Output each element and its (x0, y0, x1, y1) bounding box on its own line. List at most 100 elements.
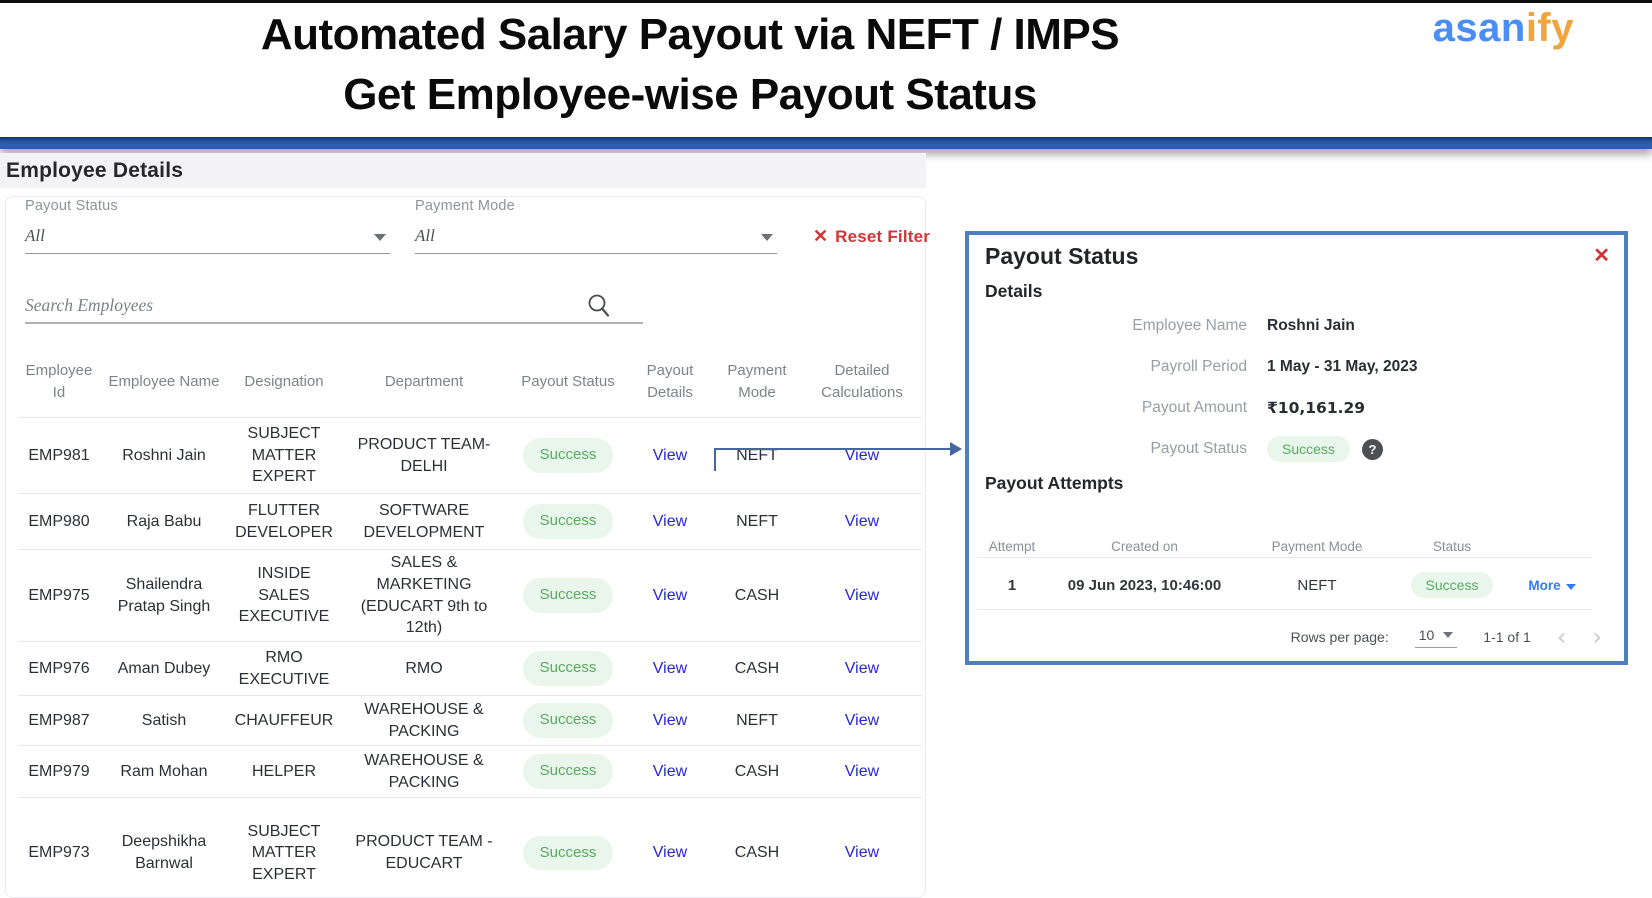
cell-department: SOFTWARE DEVELOPMENT (363, 501, 485, 541)
cell-designation: SUBJECT MATTER EXPERT (247, 822, 321, 883)
cell-detailed-calculations: View (802, 656, 922, 682)
calculations-view-link[interactable]: View (845, 513, 879, 530)
rows-per-page-label: Rows per page: (1290, 629, 1389, 645)
cell-payout-status: Success (508, 834, 628, 872)
col-header-created-on: Created on (1111, 538, 1178, 554)
search-icon (588, 294, 610, 317)
chevron-down-icon (1565, 583, 1576, 590)
cell-designation: FLUTTER DEVELOPER (235, 501, 333, 541)
section-header: Employee Details (0, 153, 926, 188)
cell-payment-mode: NEFT (736, 711, 778, 729)
previous-page-icon[interactable]: ‹ (1557, 625, 1567, 649)
detail-row-employee-name: Employee Name Roshni Jain (969, 305, 1624, 346)
reset-filter-button[interactable]: ✕ Reset Filter (813, 226, 930, 247)
cell-employee-id: EMP975 (28, 586, 90, 604)
cell-employee-id: EMP976 (28, 659, 90, 677)
payout-details-view-link[interactable]: View (653, 763, 687, 780)
rows-per-page-select[interactable]: 10 (1414, 626, 1458, 648)
col-header-payout-status: Payout Status (521, 372, 615, 390)
help-icon[interactable]: ? (1361, 438, 1383, 460)
status-badge: Success (1267, 435, 1350, 462)
cell-employee-name: Roshni Jain (122, 446, 206, 464)
detail-value-status: Success? (1267, 435, 1383, 462)
status-badge: Success (522, 703, 614, 738)
cell-payment-mode: NEFT (736, 446, 778, 464)
cell-payment-mode: CASH (734, 586, 780, 604)
calculations-view-link[interactable]: View (845, 587, 879, 604)
asanify-logo: asanify (1433, 6, 1574, 51)
divider (977, 557, 1592, 558)
cell-department: SALES & MARKETING (EDUCART 9th to 12th) (360, 554, 488, 637)
cell-payout-status: Success (508, 502, 628, 540)
cell-payment-mode: NEFT (736, 512, 778, 530)
calculations-view-link[interactable]: View (845, 844, 879, 861)
cell-employee-name: Ram Mohan (120, 762, 208, 780)
chevron-down-icon (1443, 631, 1454, 638)
calculations-view-link[interactable]: View (845, 660, 879, 677)
annotation-arrow-vertical (714, 448, 716, 471)
detail-row-payroll-period: Payroll Period 1 May - 31 May, 2023 (969, 346, 1624, 387)
divider (977, 609, 1592, 610)
cell-employee-id: EMP987 (28, 711, 90, 729)
section-title: Employee Details (6, 158, 184, 182)
cell-payout-details: View (628, 656, 712, 682)
cell-department: WAREHOUSE & PACKING (364, 700, 484, 740)
cell-department: PRODUCT TEAM - EDUCART (355, 833, 493, 872)
attempt-row: 1 09 Jun 2023, 10:46:00 NEFT Success Mor… (977, 565, 1592, 605)
table-row: EMP981 Roshni Jain SUBJECT MATTER EXPERT… (18, 418, 922, 494)
table-row: EMP973 Deepshikha Barnwal SUBJECT MATTER… (18, 798, 922, 898)
detail-row-payout-amount: Payout Amount ₹10,161.29 (969, 387, 1624, 428)
col-header-status: Status (1432, 538, 1472, 554)
calculations-view-link[interactable]: View (845, 763, 879, 780)
cell-payout-status: Success (508, 701, 628, 739)
cell-employee-name: Shailendra Pratap Singh (117, 575, 211, 615)
payout-details-view-link[interactable]: View (653, 587, 687, 604)
payout-details-view-link[interactable]: View (653, 844, 687, 861)
calculations-view-link[interactable]: View (845, 712, 879, 729)
cell-employee-id: EMP980 (28, 512, 90, 530)
payout-status-modal: Payout Status ✕ Details Employee Name Ro… (965, 231, 1628, 665)
cell-designation: INSIDE SALES EXECUTIVE (238, 565, 330, 626)
cell-designation: RMO EXECUTIVE (238, 648, 330, 688)
table-row: EMP980 Raja Babu FLUTTER DEVELOPER SOFTW… (18, 494, 922, 550)
page-title: Automated Salary Payout via NEFT / IMPS … (0, 5, 1380, 125)
cell-payout-status: Success (508, 649, 628, 687)
cell-employee-id: EMP981 (28, 446, 90, 464)
next-page-icon[interactable]: › (1592, 625, 1602, 649)
payment-mode-filter-label: Payment Mode (415, 198, 515, 214)
payout-details-view-link[interactable]: View (653, 447, 687, 464)
rows-per-page-value: 10 (1418, 626, 1435, 643)
cell-detailed-calculations: View (802, 583, 922, 609)
annotation-arrow-head-icon (950, 442, 962, 456)
payout-status-filter-select[interactable]: All (25, 224, 390, 254)
status-badge: Success (1410, 572, 1494, 598)
payout-details-view-link[interactable]: View (653, 712, 687, 729)
close-icon[interactable]: ✕ (1593, 243, 1610, 268)
payout-details-view-link[interactable]: View (653, 513, 687, 530)
payment-mode-filter-select[interactable]: All (415, 224, 777, 254)
col-header-payout-details: Payout Details (646, 361, 694, 401)
table-row: EMP987 Satish CHAUFFEUR WAREHOUSE & PACK… (18, 696, 922, 746)
cell-employee-name: Aman Dubey (117, 659, 211, 677)
attempt-more: More (1512, 577, 1592, 594)
status-badge: Success (522, 504, 614, 539)
employee-table: Employee Id Employee Name Designation De… (18, 346, 922, 898)
cell-department: RMO (405, 659, 443, 677)
col-header-employee-name: Employee Name (108, 372, 220, 390)
cell-employee-name: Satish (141, 711, 187, 729)
cell-payout-details: View (628, 583, 712, 609)
cell-department: PRODUCT TEAM- DELHI (357, 435, 491, 475)
cell-employee-id: EMP973 (28, 844, 90, 862)
cell-detailed-calculations: View (802, 443, 922, 469)
search-input[interactable]: Search Employees (25, 290, 643, 324)
pagination-range: 1-1 of 1 (1483, 629, 1531, 645)
table-row: EMP975 Shailendra Pratap Singh INSIDE SA… (18, 550, 922, 642)
payout-details-view-link[interactable]: View (653, 660, 687, 677)
attempt-payment-mode: NEFT (1297, 576, 1337, 594)
cell-payout-status: Success (508, 576, 628, 614)
detail-row-payout-status: Payout Status Success? (969, 428, 1624, 469)
cell-employee-name: Deepshikha Barnwal (121, 833, 207, 872)
window-top-edge (0, 0, 1652, 3)
detail-label: Employee Name (1132, 316, 1247, 334)
more-dropdown[interactable]: More (1528, 578, 1576, 593)
